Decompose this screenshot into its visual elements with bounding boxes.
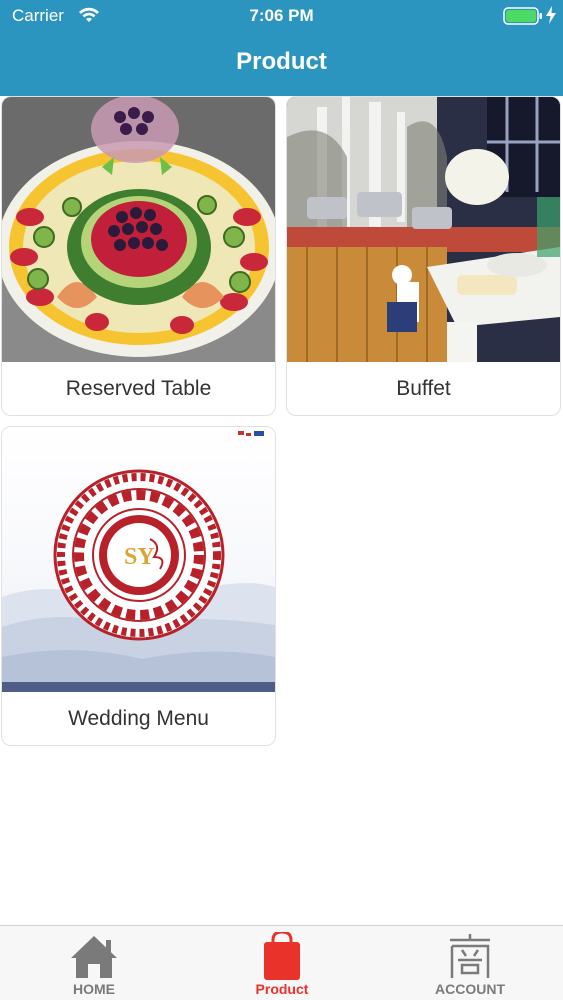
battery-icon [503,7,542,25]
product-card-wedding-menu[interactable]: SY Wedding Menu [1,426,276,746]
product-card-buffet[interactable]: Buffet [286,96,561,416]
home-icon [71,936,117,978]
tab-home[interactable]: HOME [0,926,188,1000]
product-card-label: Wedding Menu [68,707,209,730]
product-card-label: Buffet [396,377,451,400]
page-title: Product [236,48,327,75]
product-grid: Reserved Table Buffet SY Wedding Menu [0,96,563,925]
tab-label: HOME [73,981,115,997]
shopping-bag-icon [264,932,300,980]
status-time: 7:06 PM [249,6,314,25]
svg-text:SY: SY [124,544,155,570]
product-card-reserved-table[interactable]: Reserved Table [1,96,276,416]
tab-account[interactable]: ACCOUNT [376,926,563,1000]
product-card-label: Reserved Table [65,377,212,400]
tab-bar: HOME Product ACCOUNT [0,925,563,1000]
buffet-image [287,97,560,362]
status-bar: Carrier 7:06 PM [0,0,563,32]
wedding-logo-emblem: SY [53,469,225,641]
account-icon [450,934,490,978]
fruit-platter-image [2,97,275,362]
tab-label: ACCOUNT [435,981,505,997]
wedding-menu-image: SY [2,427,275,692]
charging-bolt-icon [546,6,556,24]
tab-label: Product [255,981,309,997]
tab-product[interactable]: Product [188,926,376,1000]
header: Carrier 7:06 PM Product [0,0,563,96]
